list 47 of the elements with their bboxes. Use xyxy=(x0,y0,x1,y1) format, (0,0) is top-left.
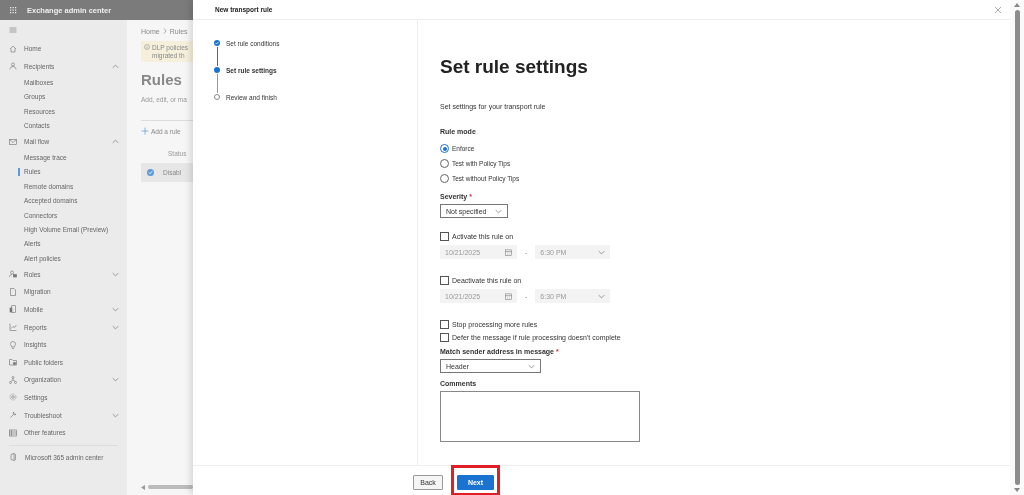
radio-button[interactable] xyxy=(440,159,449,168)
chevron-down-icon xyxy=(598,293,606,299)
chevron-down-icon xyxy=(112,306,119,312)
folder-icon xyxy=(9,358,17,367)
chevron-down-icon xyxy=(112,412,119,418)
table-icon xyxy=(9,428,17,437)
chevron-down-icon xyxy=(528,363,535,369)
chevron-down-icon xyxy=(495,208,502,214)
home-icon xyxy=(9,44,17,53)
chevron-down-icon xyxy=(112,271,119,277)
chevron-down-icon xyxy=(598,249,606,255)
chevron-right-icon xyxy=(162,28,167,34)
chevron-down-icon xyxy=(112,324,119,330)
chevron-down-icon xyxy=(112,377,119,383)
phone-icon xyxy=(9,305,17,314)
calendar-icon xyxy=(505,292,512,300)
horizontal-scrollbar[interactable] xyxy=(148,485,193,489)
menu-icon xyxy=(9,26,17,34)
person-icon xyxy=(9,62,17,71)
radio-button[interactable] xyxy=(440,144,449,153)
mail-icon xyxy=(9,137,17,146)
scroll-down-icon[interactable] xyxy=(1014,488,1020,492)
page-title: Rules xyxy=(141,71,183,88)
document-icon xyxy=(9,287,17,296)
calendar-icon xyxy=(505,248,512,256)
scroll-left-icon[interactable] xyxy=(141,484,145,490)
chart-icon xyxy=(9,323,17,332)
check-circle-icon xyxy=(147,169,154,176)
wrench-icon xyxy=(9,411,17,419)
chevron-up-icon xyxy=(112,63,119,69)
checkbox[interactable] xyxy=(440,332,449,342)
app-launcher-icon xyxy=(9,6,17,14)
radio-button[interactable] xyxy=(440,174,449,183)
office-icon xyxy=(9,453,17,462)
hierarchy-icon xyxy=(9,375,17,384)
panel-heading: Set rule settings xyxy=(440,55,588,79)
checkbox[interactable] xyxy=(440,319,449,329)
lightbulb-icon xyxy=(9,340,17,349)
plus-icon xyxy=(141,127,149,135)
comments-textarea[interactable] xyxy=(440,391,640,442)
vertical-scrollbar[interactable] xyxy=(1014,10,1020,485)
people-icon xyxy=(9,270,17,279)
scroll-up-icon[interactable] xyxy=(1014,3,1020,7)
info-icon xyxy=(144,44,150,50)
settings-icon xyxy=(9,393,17,402)
close-icon[interactable] xyxy=(995,6,1001,13)
chevron-up-icon xyxy=(112,139,119,145)
